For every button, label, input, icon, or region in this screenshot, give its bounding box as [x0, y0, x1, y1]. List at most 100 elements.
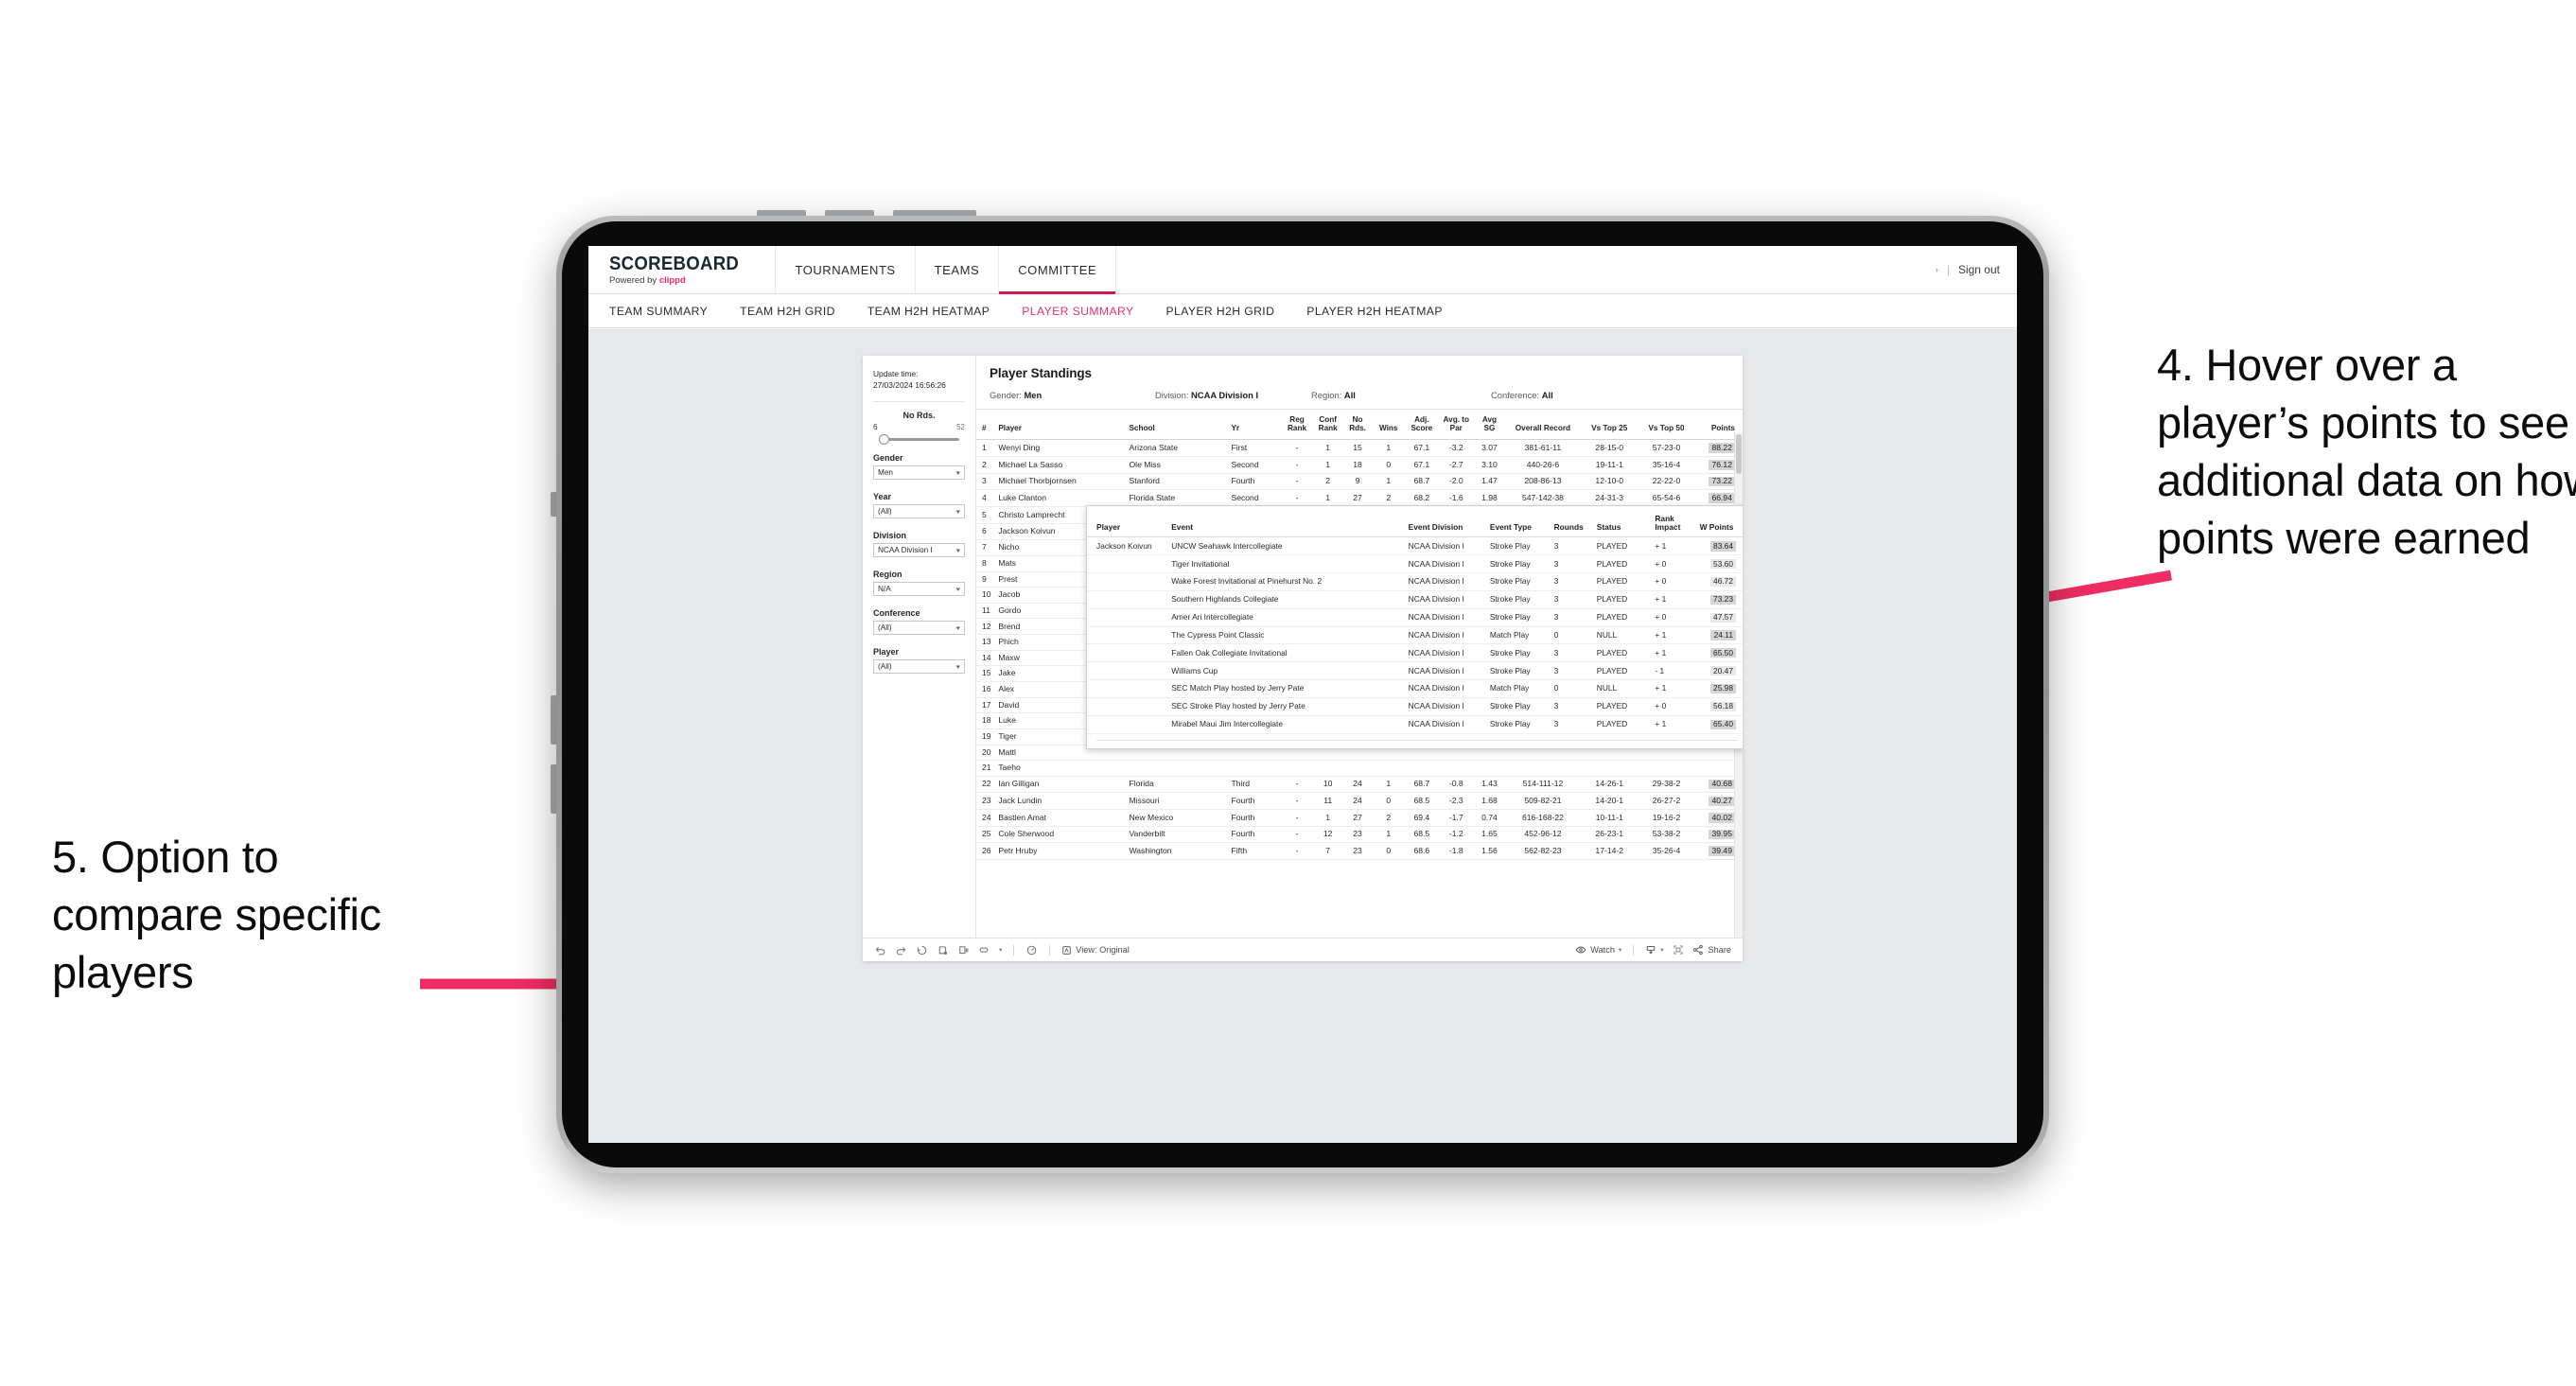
- tooltip-cell-w-points: 46.72: [1696, 572, 1743, 591]
- tooltip-cell-player: [1087, 608, 1169, 627]
- highlight-icon[interactable]: [1025, 944, 1038, 956]
- cell-conf-rank: 2: [1312, 473, 1343, 491]
- col-avg-sg[interactable]: Avg SG: [1474, 410, 1505, 441]
- cell-avg-sg: 1.98: [1474, 489, 1505, 507]
- points-value[interactable]: 40.02: [1709, 813, 1735, 823]
- points-value[interactable]: 39.49: [1709, 846, 1735, 856]
- cell-overall-record: 381-61-11: [1504, 439, 1582, 458]
- nav-item-tournaments[interactable]: TOURNAMENTS: [776, 246, 916, 293]
- table-row[interactable]: 24 Bastien Amat New Mexico Fourth -1 27 2 69.4-…: [976, 809, 1743, 827]
- nav-item-teams[interactable]: TEAMS: [916, 246, 1000, 293]
- table-row[interactable]: 2 Michael La Sasso Ole Miss Second -1 18 0 67.1…: [976, 456, 1743, 474]
- fullscreen-icon[interactable]: [1672, 944, 1684, 956]
- cell-avg-to-par: -0.8: [1438, 776, 1475, 794]
- tooltip-cell-w-points: 56.18: [1696, 697, 1743, 716]
- sign-out-link[interactable]: Sign out: [1958, 263, 2000, 276]
- col-no-rds[interactable]: No Rds.: [1343, 410, 1373, 441]
- col-vs-top-50[interactable]: Vs Top 50: [1638, 410, 1695, 441]
- download-button[interactable]: ▾: [1645, 944, 1663, 956]
- header-account-area: › | Sign out: [1936, 246, 2017, 293]
- watch-button[interactable]: Watch ▾: [1575, 944, 1621, 956]
- w-points-value: 56.18: [1710, 701, 1736, 711]
- download-icon: [1647, 946, 1656, 955]
- tooltip-cell-player: [1087, 715, 1169, 734]
- col-rank[interactable]: #: [976, 410, 997, 441]
- points-value[interactable]: 66.94: [1709, 493, 1735, 503]
- filter-year-select[interactable]: (All) ▾: [873, 504, 965, 519]
- col-school[interactable]: School: [1127, 410, 1230, 441]
- cell-overall-record: 452-96-12: [1504, 826, 1582, 844]
- cell-vs-top-50: 22-22-0: [1638, 473, 1695, 491]
- tooltip-cell-rank-impact: + 1: [1652, 590, 1697, 609]
- revert-icon[interactable]: [916, 944, 928, 956]
- points-value[interactable]: 76.12: [1709, 460, 1735, 470]
- tooltip-cell-w-points: 20.47: [1696, 661, 1743, 681]
- table-row[interactable]: 25 Cole Sherwood Vanderbilt Fourth -12 23 1 68.…: [976, 826, 1743, 844]
- table-row[interactable]: 1 Wenyi Ding Arizona State First -1 15 1 67.1 -3…: [976, 439, 1743, 458]
- table-row[interactable]: 22 Ian Gilligan Florida Third -10 24 1 68.7 -0.8…: [976, 776, 1743, 794]
- tab-player-h2h-heatmap[interactable]: PLAYER H2H HEATMAP: [1306, 305, 1443, 318]
- filter-conference-select[interactable]: (All) ▾: [873, 621, 965, 636]
- cell-conf-rank: 1: [1312, 439, 1343, 458]
- tooltip-cell-division: NCAA Division I: [1405, 608, 1487, 627]
- cell-overall-record: 208-86-13: [1504, 473, 1582, 491]
- tcol-rounds: Rounds: [1551, 513, 1594, 538]
- col-conf-rank[interactable]: Conf Rank: [1312, 410, 1343, 441]
- filter-region-select[interactable]: N/A ▾: [873, 582, 965, 597]
- pan-icon[interactable]: [978, 944, 990, 956]
- table-row[interactable]: 3 Michael Thorbjornsen Stanford Fourth -2 9 1 6…: [976, 473, 1743, 491]
- no-rounds-slider[interactable]: [879, 434, 959, 446]
- nav-item-committee[interactable]: COMMITTEE: [999, 246, 1117, 294]
- points-value[interactable]: 40.27: [1709, 796, 1735, 807]
- col-wins[interactable]: Wins: [1372, 410, 1406, 441]
- view-original-button[interactable]: View: Original: [1061, 945, 1130, 956]
- table-row[interactable]: 23 Jack Lundin Missouri Fourth -11 24 0 68.5 -2.…: [976, 792, 1743, 811]
- cell-yr: Fourth: [1229, 792, 1282, 811]
- scrollbar-thumb[interactable]: [1736, 434, 1742, 474]
- cell-adj-score: 68.6: [1405, 842, 1439, 861]
- cell-avg-to-par: -3.2: [1438, 439, 1475, 458]
- filter-gender-select[interactable]: Men ▾: [873, 465, 965, 481]
- col-overall-record[interactable]: Overall Record: [1504, 410, 1582, 441]
- col-adj-score[interactable]: Adj. Score: [1405, 410, 1439, 441]
- table-row[interactable]: 26 Petr Hruby Washington Fifth -7 23 0 68.6 -1.8…: [976, 842, 1743, 861]
- tooltip-cell-w-points: 25.98: [1696, 679, 1743, 698]
- redo-icon[interactable]: [895, 944, 907, 956]
- points-value[interactable]: 39.95: [1709, 829, 1735, 840]
- filter-division-select[interactable]: NCAA Division I ▾: [873, 543, 965, 558]
- cell-reg-rank: [1281, 760, 1313, 777]
- col-yr[interactable]: Yr: [1229, 410, 1282, 441]
- app-logo[interactable]: SCOREBOARD Powered by clippd: [588, 246, 777, 293]
- points-value[interactable]: 40.68: [1709, 779, 1735, 790]
- chevron-down-icon[interactable]: ▾: [999, 946, 1002, 954]
- filter-player-select[interactable]: (All) ▾: [873, 659, 965, 675]
- col-player[interactable]: Player: [996, 410, 1128, 441]
- points-value[interactable]: 73.22: [1709, 476, 1735, 487]
- undo-icon[interactable]: [874, 944, 886, 956]
- tab-player-h2h-grid[interactable]: PLAYER H2H GRID: [1165, 305, 1274, 318]
- col-vs-top-25[interactable]: Vs Top 25: [1581, 410, 1638, 441]
- table-row[interactable]: 21 Taeho: [976, 760, 1743, 777]
- pause-auto-update-icon[interactable]: [957, 944, 970, 956]
- cell-player: Ian Gilligan: [996, 776, 1128, 794]
- tab-player-summary[interactable]: PLAYER SUMMARY: [1022, 305, 1133, 318]
- tab-team-h2h-heatmap[interactable]: TEAM H2H HEATMAP: [867, 305, 990, 318]
- chevron-right-icon[interactable]: ›: [1936, 265, 1938, 274]
- points-value[interactable]: 88.22: [1709, 443, 1735, 453]
- col-reg-rank[interactable]: Reg Rank: [1281, 410, 1313, 441]
- cell-rank: 3: [976, 473, 997, 491]
- tooltip-cell-rounds: 3: [1551, 643, 1594, 663]
- no-rounds-slider-handle[interactable]: [879, 434, 890, 446]
- tab-team-summary[interactable]: TEAM SUMMARY: [609, 305, 708, 318]
- share-button[interactable]: Share: [1692, 944, 1731, 956]
- tab-team-h2h-grid[interactable]: TEAM H2H GRID: [740, 305, 835, 318]
- col-avg-to-par[interactable]: Avg. to Par: [1438, 410, 1475, 441]
- table-row[interactable]: 4 Luke Clanton Florida State Second -1 27 2 68.…: [976, 489, 1743, 507]
- filter-year-label: Year: [873, 492, 892, 502]
- refresh-icon[interactable]: [937, 944, 949, 956]
- tooltip-cell-rounds: 3: [1551, 608, 1594, 627]
- cell-school: New Mexico: [1127, 809, 1230, 827]
- summary-gender-key: Gender:: [990, 390, 1025, 400]
- cell-overall-record: 440-26-6: [1504, 456, 1582, 474]
- cell-avg-sg: 3.10: [1474, 456, 1505, 474]
